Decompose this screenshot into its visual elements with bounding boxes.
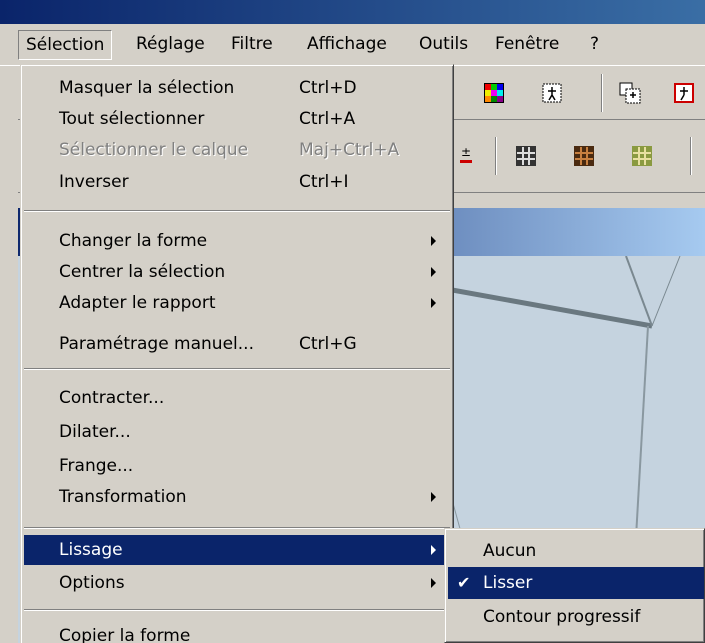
- submenu-arrow-icon: [431, 492, 436, 502]
- menu-item-shortcut: Ctrl+I: [299, 172, 349, 192]
- menu-affichage[interactable]: Affichage: [300, 30, 394, 60]
- menu-divider: [24, 527, 450, 529]
- menu-item-label: Inverser: [59, 172, 129, 192]
- menu-item-label: Adapter le rapport: [59, 293, 216, 313]
- plus-minus-bar: [460, 160, 472, 163]
- menu-item-tout-selectionner[interactable]: Tout sélectionner Ctrl+A: [24, 104, 450, 134]
- menu-divider: [24, 609, 450, 611]
- menu-divider: [24, 368, 450, 370]
- grid-brown-icon[interactable]: [568, 140, 600, 172]
- menu-item-dilater[interactable]: Dilater...: [24, 417, 450, 447]
- menu-item-contracter[interactable]: Contracter...: [24, 383, 450, 413]
- submenu-item-label: Aucun: [483, 541, 537, 561]
- menu-bar: Sélection Réglage Filtre Affichage Outil…: [0, 24, 705, 66]
- menu-help[interactable]: ?: [583, 30, 606, 60]
- selection-menu: Masquer la sélection Ctrl+D Tout sélecti…: [20, 64, 454, 643]
- submenu-arrow-icon: [431, 236, 436, 246]
- menu-item-parametrage-manuel[interactable]: Paramétrage manuel... Ctrl+G: [24, 329, 450, 359]
- plus-minus-icon[interactable]: ±: [450, 139, 482, 171]
- menu-selection[interactable]: Sélection: [18, 30, 113, 60]
- menu-item-adapter-rapport[interactable]: Adapter le rapport: [24, 288, 450, 318]
- menu-item-label: Changer la forme: [59, 231, 208, 251]
- menu-item-label: Contracter...: [59, 388, 165, 408]
- menu-item-shortcut: Maj+Ctrl+A: [299, 140, 400, 160]
- submenu-item-contour-progressif[interactable]: Contour progressif: [448, 601, 704, 633]
- menu-item-label: Frange...: [59, 456, 134, 476]
- submenu-item-lisser[interactable]: ✔ Lisser: [448, 567, 704, 599]
- submenu-arrow-icon: [431, 267, 436, 277]
- grid-icon[interactable]: [510, 140, 542, 172]
- menu-fenetre[interactable]: Fenêtre: [488, 30, 566, 60]
- menu-item-label: Tout sélectionner: [59, 109, 205, 129]
- menu-item-label: Dilater...: [59, 422, 131, 442]
- plus-minus-text: ±: [460, 145, 472, 159]
- menu-item-label: Paramétrage manuel...: [59, 334, 254, 354]
- menu-item-label: Options: [59, 573, 125, 593]
- menu-item-label: Sélectionner le calque: [59, 140, 249, 160]
- submenu-item-label: Lisser: [483, 573, 533, 593]
- grid-green-icon[interactable]: [626, 140, 658, 172]
- submenu-arrow-icon: [431, 578, 436, 588]
- menu-item-shortcut: Ctrl+G: [299, 334, 357, 354]
- menu-item-label: Lissage: [59, 540, 123, 560]
- lissage-submenu: Aucun ✔ Lisser Contour progressif: [444, 528, 705, 643]
- title-bar: [0, 0, 705, 24]
- submenu-item-aucun[interactable]: Aucun: [448, 535, 704, 567]
- menu-item-copier-forme[interactable]: Copier la forme: [24, 621, 450, 643]
- menu-item-shortcut: Ctrl+D: [299, 78, 357, 98]
- menu-item-inverser[interactable]: Inverser Ctrl+I: [24, 167, 450, 197]
- submenu-item-label: Contour progressif: [483, 607, 641, 627]
- menu-item-label: Masquer la sélection: [59, 78, 235, 98]
- menu-item-label: Transformation: [59, 487, 187, 507]
- menu-outils[interactable]: Outils: [412, 30, 475, 60]
- menu-item-label: Copier la forme: [59, 626, 191, 643]
- submenu-arrow-icon: [431, 545, 436, 555]
- toolbar-separator: [495, 137, 497, 175]
- menu-item-masquer-selection[interactable]: Masquer la sélection Ctrl+D: [24, 73, 450, 103]
- menu-item-label: Centrer la sélection: [59, 262, 226, 282]
- menu-item-changer-forme[interactable]: Changer la forme: [24, 226, 450, 256]
- menu-item-lissage[interactable]: Lissage: [24, 535, 450, 565]
- palette-icon[interactable]: [478, 77, 510, 109]
- menu-item-frange[interactable]: Frange...: [24, 451, 450, 481]
- toolbar-separator: [601, 74, 603, 112]
- menu-filtre[interactable]: Filtre: [224, 30, 280, 60]
- select-figure-icon[interactable]: [536, 77, 568, 109]
- menu-item-options[interactable]: Options: [24, 568, 450, 598]
- select-figure-icon-3[interactable]: [668, 77, 700, 109]
- toolbar-separator: [690, 137, 692, 175]
- left-panel-edge: [0, 66, 18, 643]
- menu-item-transformation[interactable]: Transformation: [24, 482, 450, 512]
- check-icon: ✔: [457, 573, 471, 592]
- menu-divider: [24, 210, 450, 212]
- submenu-arrow-icon: [431, 298, 436, 308]
- select-figure-icon-2[interactable]: [614, 77, 646, 109]
- menu-item-selectionner-calque: Sélectionner le calque Maj+Ctrl+A: [24, 135, 450, 165]
- menu-item-shortcut: Ctrl+A: [299, 109, 356, 129]
- menu-reglage[interactable]: Réglage: [129, 30, 212, 60]
- menu-item-centrer-selection[interactable]: Centrer la sélection: [24, 257, 450, 287]
